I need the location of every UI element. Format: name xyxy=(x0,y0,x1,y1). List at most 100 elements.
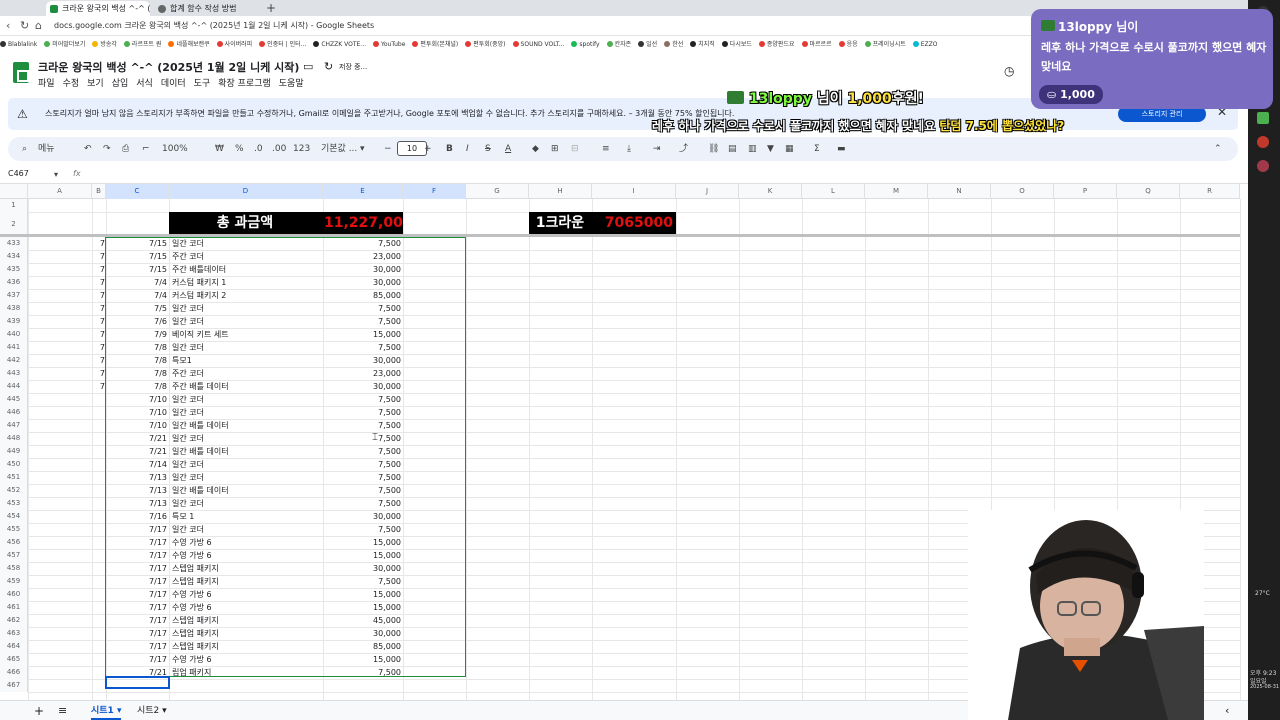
version-history-icon[interactable]: ◷ xyxy=(1004,64,1014,78)
bookmark-item[interactable]: 네플해보캔쿠 xyxy=(168,38,210,50)
menu-item[interactable]: 도움말 xyxy=(279,79,304,89)
cell-b[interactable]: 7 xyxy=(92,315,105,328)
back-icon[interactable]: ‹ xyxy=(6,19,10,32)
sheet-tab-1[interactable]: 시트1 ▾ xyxy=(91,704,122,720)
row-header[interactable]: 459 xyxy=(0,575,28,588)
percent-format-button[interactable]: % xyxy=(235,142,244,156)
row-header[interactable]: 454 xyxy=(0,510,28,523)
cell-b[interactable]: 7 xyxy=(92,354,105,367)
column-header[interactable]: D xyxy=(169,184,323,199)
functions-icon[interactable]: Σ xyxy=(814,142,820,156)
bookmark-item[interactable]: EZZO xyxy=(912,38,938,50)
all-sheets-button[interactable]: ≡ xyxy=(58,704,67,718)
increase-decimal-button[interactable]: .00 xyxy=(272,142,286,156)
bookmark-item[interactable]: YouTube xyxy=(373,38,405,50)
bookmark-item[interactable]: 인중터 | 인터... xyxy=(259,38,306,50)
cell-b[interactable]: 7 xyxy=(92,380,105,393)
document-title[interactable]: 크라운 왕국의 백성 ^-^ (2025년 1월 2일 니케 시작) xyxy=(38,59,299,75)
bookmark-item[interactable]: 사이버러피 xyxy=(216,38,252,50)
bookmark-item[interactable]: 방송각 xyxy=(92,38,117,50)
row-header[interactable]: 434 xyxy=(0,250,28,263)
collapse-toolbar-icon[interactable]: ⌃ xyxy=(1214,142,1222,156)
bookmark-item[interactable]: 치지직 xyxy=(690,38,715,50)
column-header[interactable]: P xyxy=(1054,184,1117,199)
app-icon[interactable] xyxy=(1257,112,1269,124)
row-header[interactable]: 448 xyxy=(0,432,28,445)
italic-icon[interactable]: I xyxy=(466,142,469,156)
bookmark-item[interactable]: SOUND VOLT... xyxy=(512,38,564,50)
column-header[interactable]: L xyxy=(802,184,865,199)
active-cell[interactable] xyxy=(105,676,170,689)
sheets-logo-icon[interactable] xyxy=(13,62,29,83)
row-header[interactable]: 457 xyxy=(0,549,28,562)
borders-icon[interactable]: ⊞ xyxy=(551,142,559,156)
corner-cell[interactable] xyxy=(0,184,28,199)
row-header[interactable]: 465 xyxy=(0,653,28,666)
bookmark-item[interactable]: spotify xyxy=(571,38,600,50)
column-header[interactable]: J xyxy=(676,184,739,199)
row-header[interactable]: 447 xyxy=(0,419,28,432)
row-header[interactable]: 444 xyxy=(0,380,28,393)
input-tools-icon[interactable]: ▬ xyxy=(837,142,846,156)
font-size-input[interactable]: 10 xyxy=(397,141,427,156)
row-header[interactable]: 452 xyxy=(0,484,28,497)
menu-item[interactable]: 서식 xyxy=(136,79,153,89)
column-header[interactable]: N xyxy=(928,184,991,199)
menu-item[interactable]: 보기 xyxy=(87,79,104,89)
bookmark-item[interactable]: 응응 xyxy=(838,38,858,50)
paint-format-icon[interactable]: ⌐ xyxy=(142,142,150,156)
reload-icon[interactable]: ↻ xyxy=(20,19,29,32)
cell-b[interactable]: 7 xyxy=(92,237,105,250)
row-header[interactable]: 445 xyxy=(0,393,28,406)
filter-views-icon[interactable]: ▦ xyxy=(785,142,794,156)
name-box[interactable]: C467 xyxy=(8,169,29,178)
bookmark-item[interactable]: Blablalink xyxy=(0,38,37,50)
currency-format-button[interactable]: ₩ xyxy=(215,142,224,156)
column-header[interactable]: R xyxy=(1180,184,1240,199)
column-header[interactable]: F xyxy=(403,184,466,199)
row-header[interactable]: 453 xyxy=(0,497,28,510)
row-header[interactable]: 435 xyxy=(0,263,28,276)
bookmark-item[interactable]: 다시보드 xyxy=(721,38,752,50)
column-header[interactable]: G xyxy=(466,184,529,199)
text-color-icon[interactable]: A xyxy=(505,142,511,156)
row-header[interactable]: 467 xyxy=(0,679,28,692)
row-header[interactable]: 439 xyxy=(0,315,28,328)
vertical-align-icon[interactable]: ⤓ xyxy=(627,142,631,156)
link-icon[interactable]: ⛓ xyxy=(708,142,719,156)
bookmark-item[interactable]: 미어말더보기 xyxy=(44,38,85,50)
row-header[interactable]: 1 xyxy=(0,199,28,212)
menu-item[interactable]: 데이터 xyxy=(161,79,186,89)
cell-b[interactable]: 7 xyxy=(92,328,105,341)
sync-icon[interactable]: ↻ xyxy=(324,60,333,73)
fill-color-icon[interactable]: ◆ xyxy=(532,142,539,156)
column-header[interactable]: K xyxy=(739,184,802,199)
total-spend-cell[interactable]: 총 과금액 11,227,000 xyxy=(169,212,403,235)
row-header[interactable]: 460 xyxy=(0,588,28,601)
menu-item[interactable]: 도구 xyxy=(194,79,211,89)
row-header[interactable]: 463 xyxy=(0,627,28,640)
font-select[interactable]: 기본값 ... xyxy=(321,142,357,156)
browser-tab[interactable]: 합계 함수 작성 방법 xyxy=(154,1,258,16)
bookmark-item[interactable]: 라르프트 퀀 xyxy=(123,38,161,50)
row-header[interactable]: 440 xyxy=(0,328,28,341)
row-header[interactable]: 461 xyxy=(0,601,28,614)
column-header[interactable]: M xyxy=(865,184,928,199)
comment-icon[interactable]: ▤ xyxy=(728,142,737,156)
app-icon[interactable] xyxy=(1257,160,1269,172)
folder-icon[interactable]: ▭ xyxy=(303,60,313,73)
row-header[interactable]: 433 xyxy=(0,237,28,250)
row-header[interactable]: 464 xyxy=(0,640,28,653)
horizontal-align-icon[interactable]: ≡ xyxy=(602,142,610,156)
search-icon[interactable]: ⌕ xyxy=(22,142,27,156)
print-icon[interactable]: ⎙ xyxy=(122,142,129,156)
increase-font-icon[interactable]: + xyxy=(424,142,432,156)
bookmark-item[interactable]: 종양판드요 xyxy=(758,38,795,50)
cell-b[interactable]: 7 xyxy=(92,263,105,276)
column-header[interactable]: B xyxy=(92,184,106,199)
add-sheet-button[interactable]: + xyxy=(34,704,44,718)
crown-cell[interactable]: 1크라운 7065000 xyxy=(529,212,676,235)
bookmark-item[interactable]: 마르르르 xyxy=(801,38,832,50)
column-header[interactable]: E xyxy=(323,184,403,199)
chart-icon[interactable]: ▥ xyxy=(748,142,757,156)
